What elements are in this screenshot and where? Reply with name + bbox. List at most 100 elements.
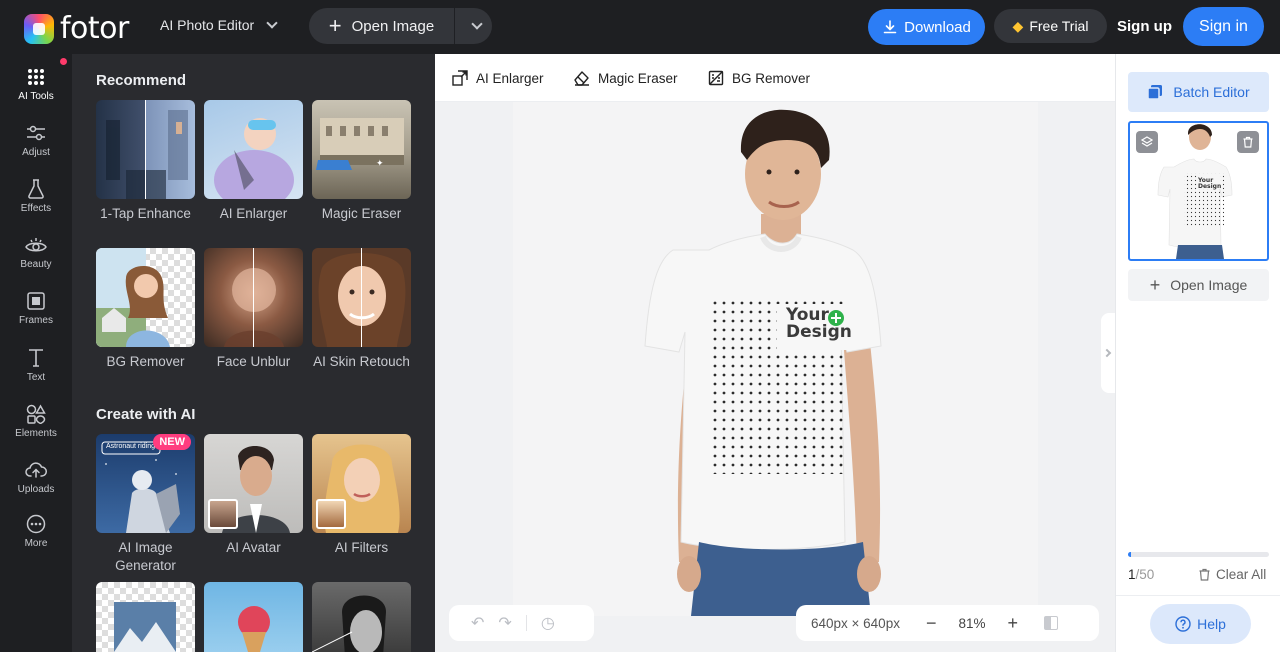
help-button[interactable]: Help	[1150, 604, 1251, 644]
source-face-thumbnail	[208, 499, 238, 529]
tool-card-ai-image-generator[interactable]: Astronaut riding a NEW AI Image Generato…	[96, 434, 195, 575]
trash-icon[interactable]	[1237, 131, 1259, 153]
collapse-right-panel-button[interactable]	[1101, 313, 1115, 393]
rail-label: Frames	[19, 315, 53, 326]
sign-in-label: Sign in	[1199, 17, 1248, 35]
clear-all-button[interactable]: Clear All	[1198, 567, 1266, 582]
tools-panel: Recommend 1-Tap Enhance AI Enlarger ✦ Ma…	[72, 54, 435, 652]
tool-card-partial[interactable]	[204, 582, 303, 652]
chevron-down-icon	[266, 17, 278, 29]
rail-item-beauty[interactable]: Beauty	[0, 234, 72, 270]
open-image-button[interactable]: + Open Image	[309, 8, 455, 44]
batch-editor-button[interactable]: Batch Editor	[1128, 72, 1269, 112]
right-open-image-button[interactable]: + Open Image	[1128, 269, 1269, 301]
rail-label: Uploads	[17, 484, 55, 495]
design-text-line-2: Design	[786, 322, 852, 342]
canvas-dimensions[interactable]: 640px × 640px	[811, 616, 900, 631]
layers-icon[interactable]	[1136, 131, 1158, 153]
tool-card-bg-remover[interactable]: BG Remover	[96, 248, 195, 371]
sliders-icon	[27, 125, 45, 141]
app-switcher-label: AI Photo Editor	[160, 17, 255, 33]
rail-label: Effects	[20, 203, 52, 214]
rail-item-uploads[interactable]: Uploads	[0, 459, 72, 495]
notification-dot	[60, 58, 67, 65]
open-image-group: + Open Image	[309, 8, 492, 44]
batch-editor-label: Batch Editor	[1173, 84, 1250, 100]
section-title-recommend: Recommend	[96, 72, 187, 89]
redo-icon[interactable]: ↷	[498, 613, 511, 633]
tool-card-label: AI Filters	[334, 540, 389, 555]
tool-card-1-tap-enhance[interactable]: 1-Tap Enhance	[96, 100, 195, 223]
frame-icon	[27, 292, 45, 310]
divider	[525, 615, 527, 631]
top-bar: fotor AI Photo Editor + Open Image Downl…	[0, 0, 1280, 54]
plus-icon: +	[328, 13, 342, 38]
rail-item-text[interactable]: Text	[0, 347, 72, 383]
zoom-controls: 640px × 640px − 81% +	[796, 605, 1099, 641]
download-label: Download	[904, 18, 971, 36]
tool-card-label: AI Image Generator	[115, 540, 176, 573]
rail-label: Text	[26, 372, 46, 383]
sign-up-link[interactable]: Sign up	[1117, 18, 1172, 35]
undo-icon[interactable]: ↶	[471, 613, 484, 633]
open-image-dropdown[interactable]	[455, 8, 492, 44]
enlarge-icon	[452, 70, 468, 86]
tool-card-magic-eraser[interactable]: ✦ Magic Eraser	[312, 100, 411, 223]
download-button[interactable]: Download	[868, 9, 985, 45]
fotor-logo[interactable]: fotor	[24, 11, 129, 46]
compare-icon[interactable]	[1044, 616, 1059, 630]
new-badge: NEW	[153, 434, 191, 450]
trash-icon	[1199, 568, 1210, 581]
tool-card-label: AI Enlarger	[219, 206, 288, 221]
quick-tool-magic-eraser[interactable]: Magic Eraser	[573, 70, 678, 86]
tool-card-ai-filters[interactable]: AI Filters	[312, 434, 411, 557]
tool-card-partial[interactable]	[312, 582, 411, 652]
tool-thumbnail	[96, 100, 195, 199]
quick-tool-label: BG Remover	[732, 70, 811, 86]
rail-item-adjust[interactable]: Adjust	[0, 122, 72, 158]
canvas-area: Your Design ↶ ↷ ◷ 640px × 640px − 81% +	[435, 102, 1115, 652]
tool-card-ai-avatar[interactable]: AI Avatar	[204, 434, 303, 557]
zoom-level[interactable]: 81%	[958, 616, 985, 631]
image-count-current: 1	[1128, 567, 1136, 582]
question-circle-icon	[1175, 616, 1191, 632]
tool-card-partial[interactable]	[96, 582, 195, 652]
history-icon[interactable]: ◷	[541, 613, 555, 633]
quick-tool-ai-enlarger[interactable]: AI Enlarger	[452, 70, 544, 86]
image-canvas[interactable]: Your Design	[513, 102, 1038, 616]
image-count-total: /50	[1135, 567, 1155, 582]
tool-card-face-unblur[interactable]: Face Unblur	[204, 248, 303, 371]
rail-item-more[interactable]: More	[0, 513, 72, 549]
eye-icon	[25, 238, 47, 252]
help-label: Help	[1197, 616, 1226, 632]
quick-tool-label: Magic Eraser	[598, 70, 678, 86]
image-count: 1/50	[1128, 567, 1154, 582]
rail-item-frames[interactable]: Frames	[0, 290, 72, 326]
app-switcher[interactable]: AI Photo Editor	[160, 17, 278, 33]
tool-thumbnail	[96, 582, 195, 652]
more-dots-icon	[26, 514, 46, 534]
tool-thumbnail	[204, 434, 303, 533]
free-trial-label: Free Trial	[1029, 18, 1089, 34]
quick-tool-bg-remover[interactable]: BG Remover	[708, 70, 810, 86]
tool-card-label: AI Skin Retouch	[313, 354, 410, 369]
rail-label: More	[24, 538, 48, 549]
rail-item-elements[interactable]: Elements	[0, 403, 72, 439]
zoom-out-icon[interactable]: −	[926, 613, 937, 634]
left-rail: AI Tools Adjust Effects Beauty Frames Te…	[0, 54, 72, 652]
shapes-icon	[26, 404, 46, 424]
tool-card-ai-skin-retouch[interactable]: AI Skin Retouch	[312, 248, 411, 371]
sign-in-button[interactable]: Sign in	[1183, 7, 1264, 46]
zoom-in-icon[interactable]: +	[1008, 613, 1019, 634]
rail-item-ai-tools[interactable]: AI Tools	[0, 66, 72, 102]
rail-item-effects[interactable]: Effects	[0, 178, 72, 214]
free-trial-button[interactable]: ◆ Free Trial	[994, 9, 1107, 43]
tool-card-label: Face Unblur	[216, 354, 291, 369]
divider	[1116, 595, 1280, 596]
tool-card-ai-enlarger[interactable]: AI Enlarger	[204, 100, 303, 223]
grid-dots-icon	[28, 69, 44, 85]
image-thumbnail-selected[interactable]: Your Design	[1128, 121, 1269, 261]
bg-remove-icon	[708, 70, 724, 86]
tool-card-label: AI Avatar	[226, 540, 281, 555]
tool-thumbnail	[312, 248, 411, 347]
